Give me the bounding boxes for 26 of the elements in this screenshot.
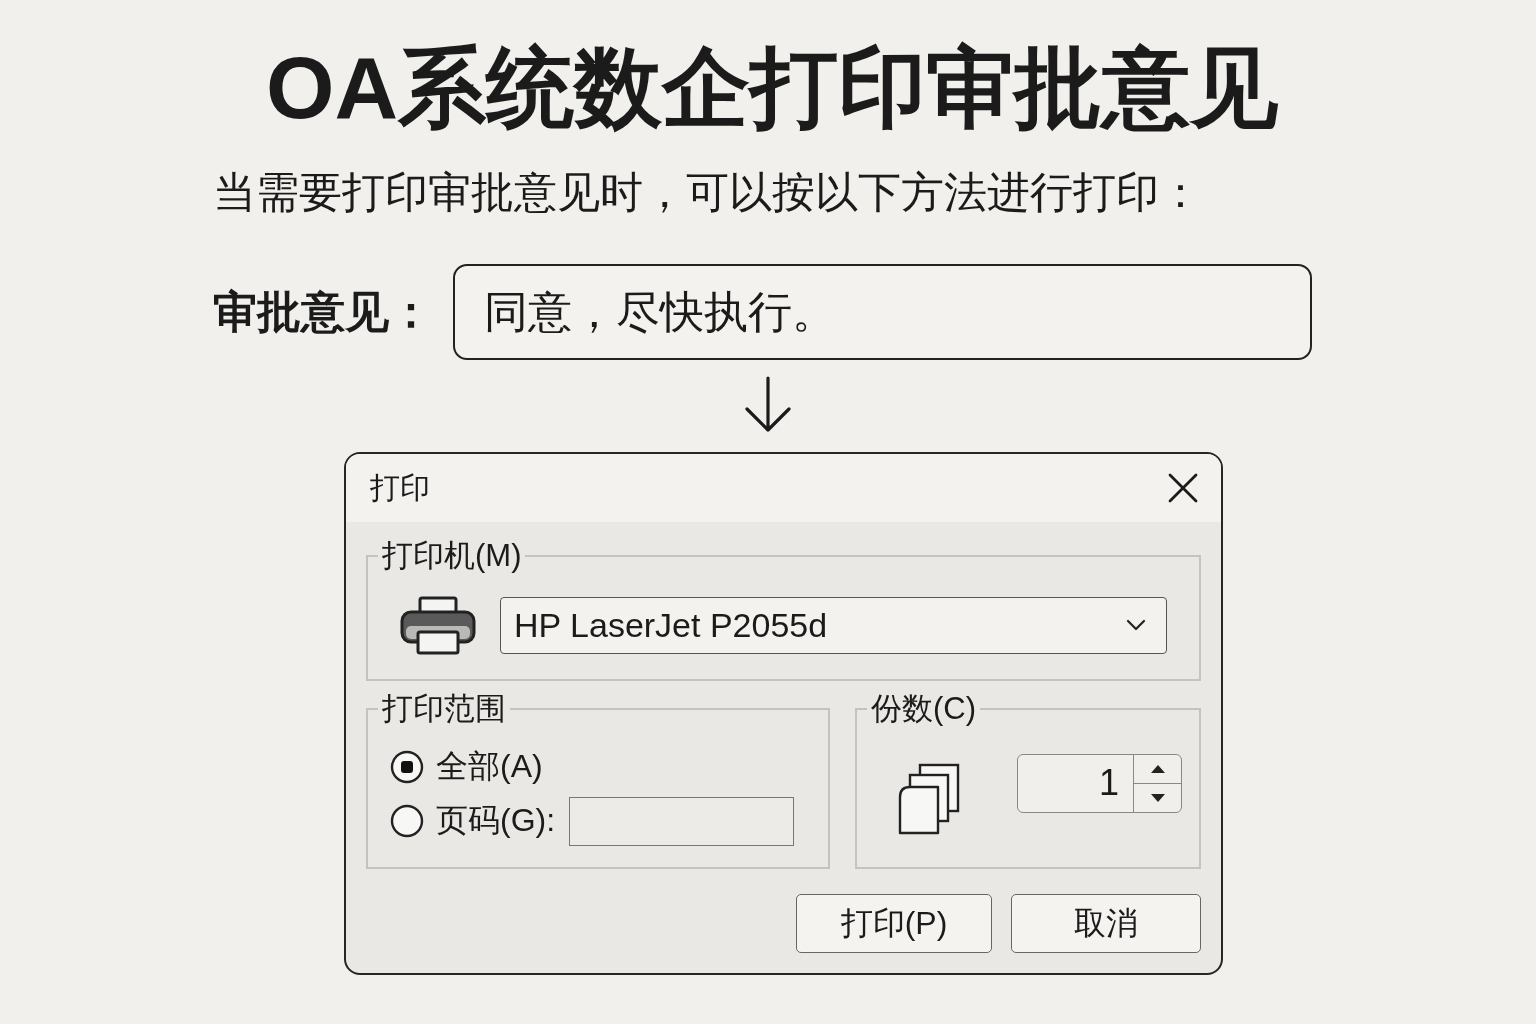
- close-icon: [1168, 473, 1198, 503]
- dialog-button[interactable]: 取消: [1011, 894, 1201, 953]
- option-label: 全部(A): [436, 747, 543, 786]
- down-arrow-icon: [743, 376, 793, 434]
- page-range-field[interactable]: [569, 796, 795, 846]
- page-title: OA系统数企打印审批意见: [265, 38, 1279, 138]
- radio-button[interactable]: [390, 750, 424, 784]
- group-label: 份数(C): [870, 693, 978, 725]
- chevron-down-icon: [1126, 619, 1146, 631]
- dialog-button[interactable]: 打印(P): [796, 894, 992, 953]
- copies-value: 1: [1097, 761, 1120, 805]
- dialog-title: 打印: [370, 470, 430, 506]
- option-label: 页码(G):: [436, 801, 556, 840]
- printer-dropdown[interactable]: HP LaserJet P2055d: [500, 596, 1167, 654]
- copies-spinbox[interactable]: 1: [1017, 754, 1182, 813]
- opinion-field[interactable]: 同意，尽快执行。: [453, 264, 1312, 360]
- down-triangle-icon: [1150, 794, 1165, 802]
- up-triangle-icon: [1150, 765, 1165, 773]
- group-label: 打印范围: [381, 693, 507, 725]
- stacked-pages-icon: [898, 763, 960, 835]
- field-label: 审批意见：: [213, 286, 433, 338]
- close-button[interactable]: [1168, 473, 1198, 503]
- intro-text: 当需要打印审批意见时，可以按以下方法进行打印：: [213, 167, 1202, 218]
- printer-icon: [400, 595, 476, 655]
- group-label: 打印机(M): [381, 540, 523, 572]
- radio-button[interactable]: [390, 804, 424, 838]
